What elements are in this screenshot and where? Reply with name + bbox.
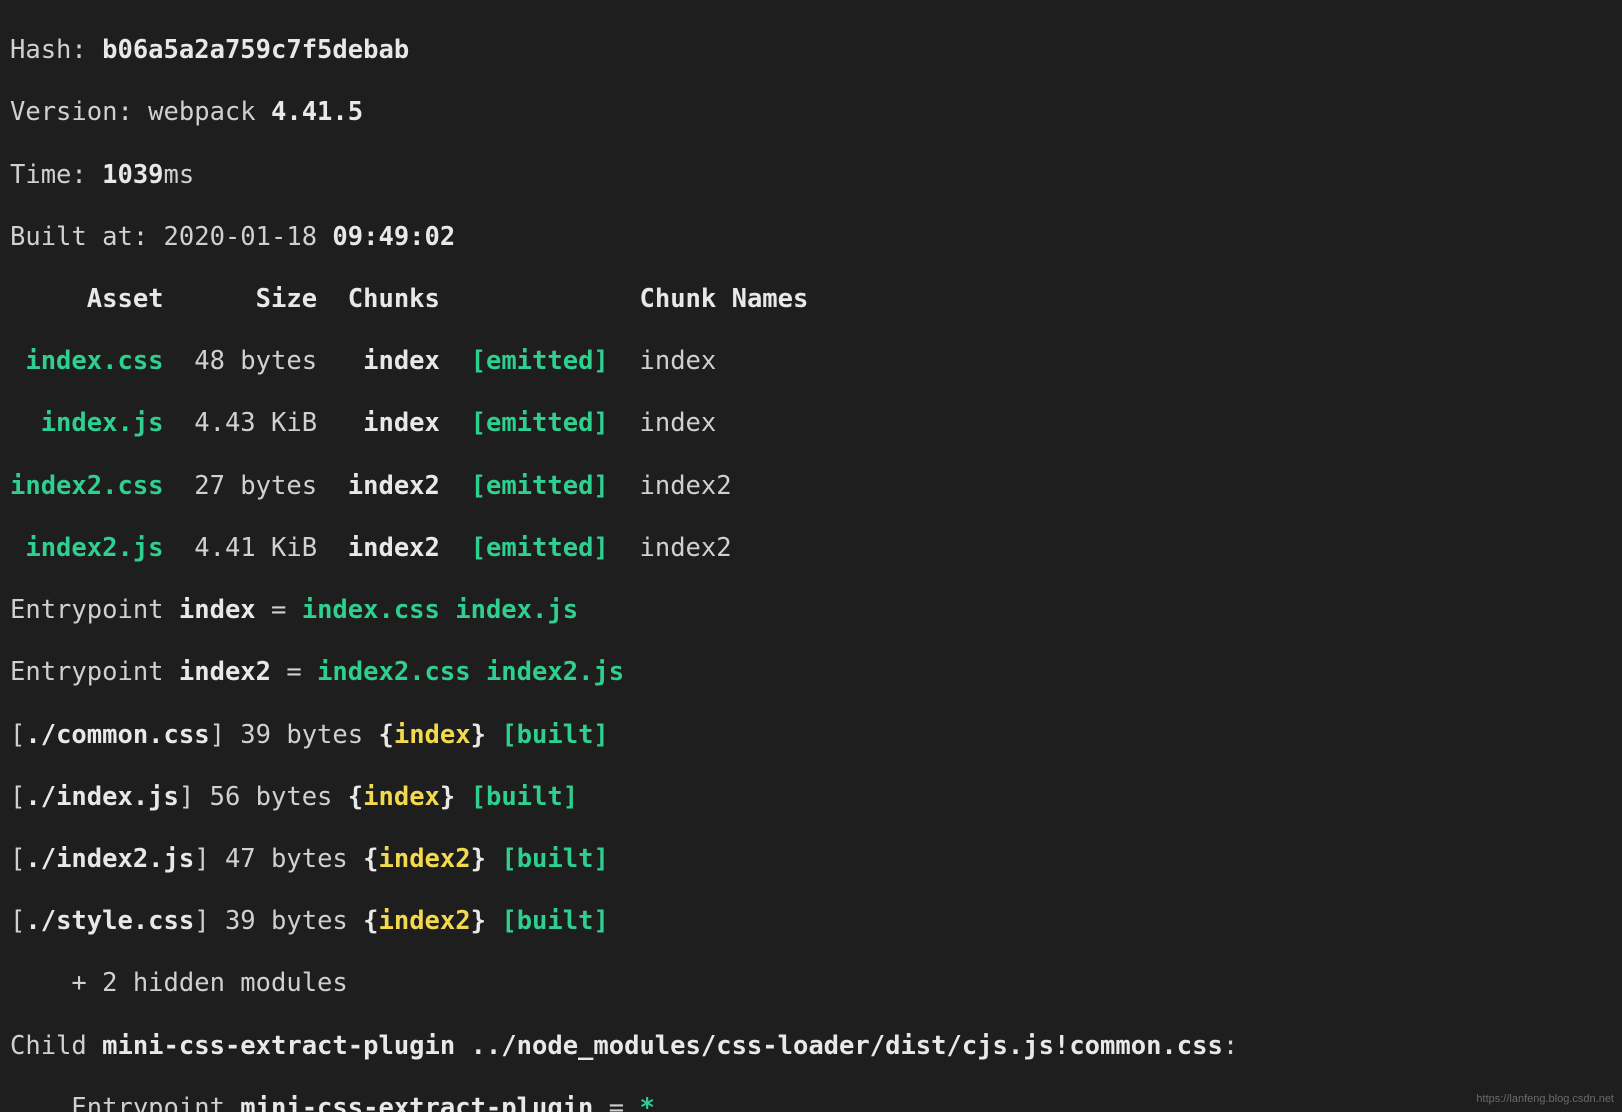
- asset-status: [emitted]: [471, 471, 609, 501]
- asset-name: index.js: [10, 408, 164, 438]
- asset-chunk-name: index2: [640, 471, 732, 501]
- module-status: [built]: [486, 906, 609, 936]
- brace-close: }: [471, 906, 486, 936]
- entry-name: index2: [179, 657, 271, 687]
- entry-name: index: [179, 595, 256, 625]
- time-unit: ms: [164, 160, 195, 190]
- asset-row: index.js 4.43 KiB index [emitted] index: [10, 408, 1612, 439]
- asset-size: 48 bytes: [164, 346, 318, 376]
- header-size: Size: [164, 284, 318, 314]
- asset-chunk: index: [317, 408, 440, 438]
- module-status: [built]: [486, 720, 609, 750]
- brace-open: {: [348, 782, 363, 812]
- asset-size: 27 bytes: [164, 471, 318, 501]
- module-chunk: index: [363, 782, 440, 812]
- header-asset: Asset: [10, 284, 164, 314]
- asset-status: [emitted]: [471, 533, 609, 563]
- asset-chunk-name: index: [640, 408, 717, 438]
- asset-row: index.css 48 bytes index [emitted] index: [10, 346, 1612, 377]
- asset-chunk: index2: [317, 471, 440, 501]
- entry-files: index.css index.js: [302, 595, 578, 625]
- brace-close: }: [440, 782, 455, 812]
- brace-open: {: [363, 906, 378, 936]
- entry-files: index2.css index2.js: [317, 657, 624, 687]
- asset-chunk-name: index2: [640, 533, 732, 563]
- module-line: [./style.css] 39 bytes {index2} [built]: [10, 906, 1612, 937]
- asset-size: 4.43 KiB: [164, 408, 318, 438]
- asset-name: index2.css: [10, 471, 164, 501]
- built-time: 09:49:02: [332, 222, 455, 252]
- asset-chunk-name: index: [640, 346, 717, 376]
- child-name: mini-css-extract-plugin ../node_modules/…: [102, 1031, 1223, 1061]
- entry-prefix: Entrypoint: [10, 657, 179, 687]
- entrypoint-line: Entrypoint index = index.css index.js: [10, 595, 1612, 626]
- entry-eq: =: [271, 657, 317, 687]
- entry-eq: =: [256, 595, 302, 625]
- entry-eq: =: [593, 1093, 639, 1112]
- child-suffix: :: [1223, 1031, 1238, 1061]
- terminal-output: Hash: b06a5a2a759c7f5debab Version: webp…: [0, 0, 1622, 1112]
- version-label: Version: webpack: [10, 97, 271, 127]
- brace-close: }: [471, 720, 486, 750]
- hash-line: Hash: b06a5a2a759c7f5debab: [10, 35, 1612, 66]
- asset-status: [emitted]: [471, 346, 609, 376]
- time-label: Time:: [10, 160, 102, 190]
- bracket-open: [: [10, 844, 25, 874]
- module-path: ./style.css: [25, 906, 194, 936]
- asset-size: 4.41 KiB: [164, 533, 318, 563]
- entry-name: mini-css-extract-plugin: [240, 1093, 593, 1112]
- module-path: ./index.js: [25, 782, 179, 812]
- entry-prefix: Entrypoint: [10, 595, 179, 625]
- entry-prefix: Entrypoint: [10, 1093, 240, 1112]
- module-close: ] 39 bytes: [194, 906, 363, 936]
- entry-star: *: [639, 1093, 654, 1112]
- child-prefix: Child: [10, 1031, 102, 1061]
- module-close: ] 47 bytes: [194, 844, 363, 874]
- header-chunks: Chunks: [317, 284, 440, 314]
- bracket-open: [: [10, 720, 25, 750]
- brace-close: }: [471, 844, 486, 874]
- asset-status: [emitted]: [471, 408, 609, 438]
- time-line: Time: 1039ms: [10, 160, 1612, 191]
- bracket-open: [: [10, 782, 25, 812]
- bracket-open: [: [10, 906, 25, 936]
- asset-name: index.css: [10, 346, 164, 376]
- version-value: 4.41.5: [271, 97, 363, 127]
- entrypoint-line: Entrypoint index2 = index2.css index2.js: [10, 657, 1612, 688]
- child-line: Child mini-css-extract-plugin ../node_mo…: [10, 1031, 1612, 1062]
- module-chunk: index2: [379, 906, 471, 936]
- asset-chunk: index: [317, 346, 440, 376]
- hidden-modules: + 2 hidden modules: [10, 968, 1612, 999]
- asset-header: Asset Size Chunks Chunk Names: [10, 284, 1612, 315]
- asset-name: index2.js: [10, 533, 164, 563]
- module-status: [built]: [486, 844, 609, 874]
- module-close: ] 56 bytes: [179, 782, 348, 812]
- hash-label: Hash:: [10, 35, 102, 65]
- module-status: [built]: [455, 782, 578, 812]
- asset-row: index2.js 4.41 KiB index2 [emitted] inde…: [10, 533, 1612, 564]
- header-spacer: [440, 284, 640, 314]
- brace-open: {: [363, 844, 378, 874]
- child-entrypoint: Entrypoint mini-css-extract-plugin = *: [10, 1093, 1612, 1112]
- module-line: [./common.css] 39 bytes {index} [built]: [10, 720, 1612, 751]
- module-chunk: index: [394, 720, 471, 750]
- module-line: [./index.js] 56 bytes {index} [built]: [10, 782, 1612, 813]
- watermark: https://lanfeng.blog.csdn.net: [1476, 1093, 1614, 1106]
- built-line: Built at: 2020-01-18 09:49:02: [10, 222, 1612, 253]
- asset-row: index2.css 27 bytes index2 [emitted] ind…: [10, 471, 1612, 502]
- time-value: 1039: [102, 160, 163, 190]
- version-line: Version: webpack 4.41.5: [10, 97, 1612, 128]
- brace-open: {: [378, 720, 393, 750]
- hash-value: b06a5a2a759c7f5debab: [102, 35, 409, 65]
- built-label: Built at: 2020-01-18: [10, 222, 332, 252]
- module-path: ./index2.js: [25, 844, 194, 874]
- module-path: ./common.css: [25, 720, 209, 750]
- module-chunk: index2: [379, 844, 471, 874]
- asset-chunk: index2: [317, 533, 440, 563]
- module-line: [./index2.js] 47 bytes {index2} [built]: [10, 844, 1612, 875]
- header-chunk-names: Chunk Names: [639, 284, 808, 314]
- module-close: ] 39 bytes: [210, 720, 379, 750]
